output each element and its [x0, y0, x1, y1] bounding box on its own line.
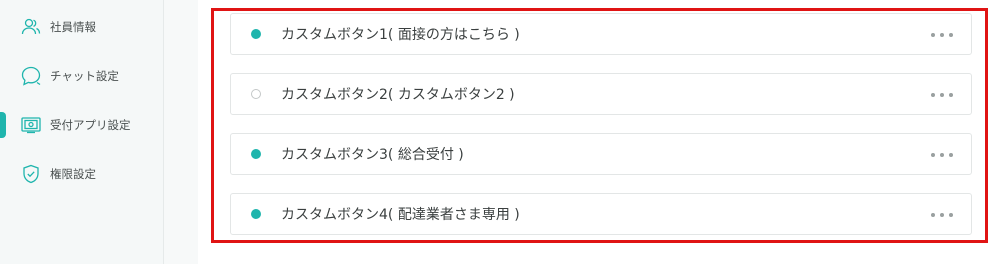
sidebar-item-chat-settings[interactable]: チャット設定	[0, 61, 163, 91]
highlight-box	[211, 8, 988, 243]
sidebar-item-label: 権限設定	[50, 167, 96, 181]
sidebar-item-permission-settings[interactable]: 権限設定	[0, 159, 163, 189]
sidebar-item-label: 受付アプリ設定	[50, 118, 131, 132]
shield-check-icon	[20, 163, 42, 185]
active-indicator	[0, 112, 6, 138]
sidebar-item-label: 社員情報	[50, 20, 96, 34]
sidebar-item-reception-app-settings[interactable]: 受付アプリ設定	[0, 110, 163, 140]
sidebar-item-label: チャット設定	[50, 69, 119, 83]
reception-app-icon	[20, 114, 42, 136]
chat-icon	[20, 65, 42, 87]
layout-gutter	[164, 0, 198, 264]
sidebar-item-employee-info[interactable]: 社員情報	[0, 12, 163, 42]
users-icon	[20, 16, 42, 38]
sidebar: 社員情報 チャット設定 受付アプリ設定 権限設定	[0, 0, 164, 264]
